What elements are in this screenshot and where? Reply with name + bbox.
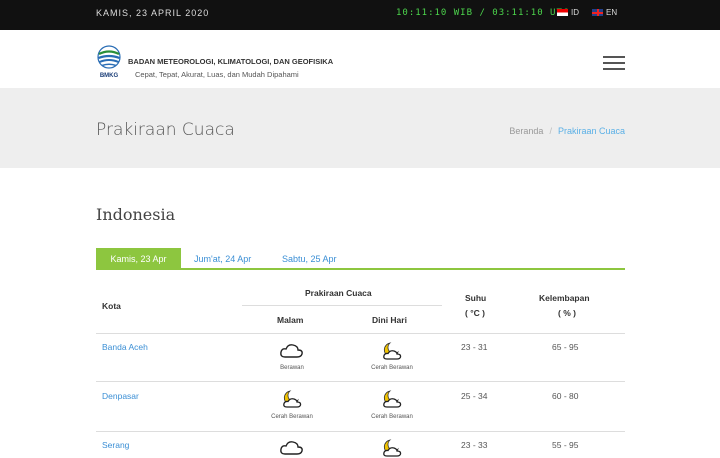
header-temp: Suhu [465,293,487,303]
tab-day-1[interactable]: Kamis, 23 Apr [96,248,181,270]
early-label: Cerah Berawan [371,414,413,420]
header-early: Dini Hari [372,315,407,325]
logo-text: BMKG [100,73,119,79]
moon-cloud-icon [383,390,402,408]
current-date: KAMIS, 23 APRIL 2020 [96,8,210,18]
moon-cloud-icon [383,439,402,457]
city-link[interactable]: Banda Aceh [102,342,148,352]
org-name: BADAN METEOROLOGI, KLIMATOLOGI, DAN GEOF… [128,57,334,66]
temp-value: 23 - 31 [461,342,488,352]
page-header-band: Prakiraan Cuaca Beranda / Prakiraan Cuaca [0,88,720,168]
night-label: Cerah Berawan [271,414,313,420]
breadcrumb-home-link[interactable]: Beranda [509,126,543,136]
language-id-link[interactable]: ID [557,8,579,17]
temp-value: 23 - 33 [461,440,488,450]
day-tabs: Kamis, 23 Apr Jum'at, 24 Apr Sabtu, 25 A… [96,248,625,270]
tagline: Cepat, Tepat, Akurat, Luas, dan Mudah Di… [135,70,299,79]
tab-day-3[interactable]: Sabtu, 25 Apr [282,248,337,270]
humidity-value: 65 - 95 [552,342,579,352]
tab-day-2[interactable]: Jum'at, 24 Apr [194,248,251,270]
top-bar: KAMIS, 23 APRIL 2020 10:11:10 WIB / 03:1… [0,0,720,30]
city-link[interactable]: Denpasar [102,391,139,401]
humidity-value: 60 - 80 [552,391,579,401]
moon-cloud-icon [283,390,302,408]
cloud-icon [280,441,303,455]
header-forecast: Prakiraan Cuaca [305,288,372,298]
breadcrumb: Beranda / Prakiraan Cuaca [509,126,625,136]
header-city: Kota [102,301,121,311]
language-en-link[interactable]: EN [592,8,617,17]
page-title: Prakiraan Cuaca [96,120,235,140]
humidity-value: 55 - 95 [552,440,579,450]
uk-flag-icon [592,9,603,16]
language-en-label: EN [606,8,618,17]
bmkg-logo[interactable]: BMKG [96,45,122,79]
site-header: BMKG BADAN METEOROLOGI, KLIMATOLOGI, DAN… [0,30,720,88]
indonesia-flag-icon [557,9,568,16]
language-id-label: ID [571,8,579,17]
header-humidity: Kelembapan [539,293,590,303]
menu-hamburger-icon[interactable] [603,56,625,70]
temp-value: 25 - 34 [461,391,488,401]
cloud-icon [280,344,303,358]
region-title: Indonesia [96,205,176,224]
moon-cloud-icon [383,342,402,360]
night-label: Berawan [280,365,304,371]
header-temp-unit: ( °C ) [465,308,485,318]
early-label: Cerah Berawan [371,365,413,371]
header-night: Malam [277,315,304,325]
clock: 10:11:10 WIB / 03:11:10 UTC [396,8,570,18]
header-humidity-unit: ( % ) [558,308,576,318]
breadcrumb-current: Prakiraan Cuaca [557,126,625,136]
city-link[interactable]: Serang [102,440,129,450]
